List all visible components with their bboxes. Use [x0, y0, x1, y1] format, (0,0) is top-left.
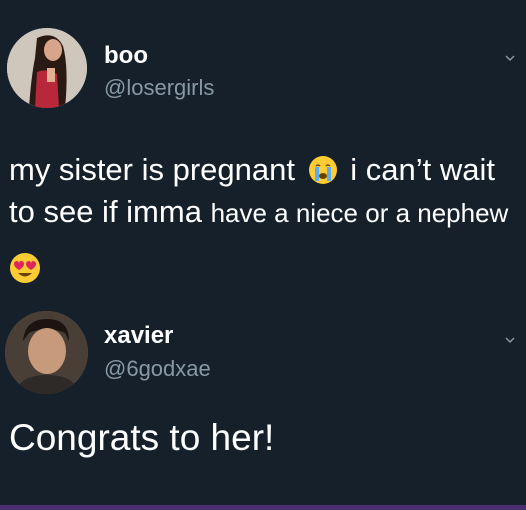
crying-face-emoji-icon	[308, 156, 337, 184]
avatar-photo-icon	[7, 28, 87, 108]
chevron-down-icon[interactable]	[500, 48, 520, 68]
avatar[interactable]	[7, 28, 87, 108]
chevron-down-icon[interactable]	[500, 330, 520, 350]
tweet-text-segment: have a niece or a nephew	[210, 198, 509, 228]
heart-eyes-emoji-icon	[10, 253, 40, 283]
tweet-text-segment: my sister is pregnant	[9, 152, 295, 187]
display-name[interactable]: boo	[104, 42, 148, 70]
tweet-text: Congrats to her!	[9, 417, 275, 458]
avatar-photo-icon	[5, 311, 88, 394]
tweet-text: my sister is pregnant i can’t wait to se…	[9, 149, 519, 234]
tweet-original[interactable]: boo @losergirls my sister is pregnant i …	[0, 0, 526, 300]
tweet-reply[interactable]: xavier @6godxae Congrats to her!	[0, 300, 526, 510]
tweet-text-segment: i can’t wait	[350, 152, 495, 187]
display-name[interactable]: xavier	[104, 322, 173, 350]
avatar[interactable]	[5, 311, 88, 394]
bottom-divider	[0, 505, 526, 510]
user-handle[interactable]: @6godxae	[104, 356, 211, 382]
tweet-text-segment: to see if imma	[9, 194, 211, 229]
user-handle[interactable]: @losergirls	[104, 75, 214, 101]
